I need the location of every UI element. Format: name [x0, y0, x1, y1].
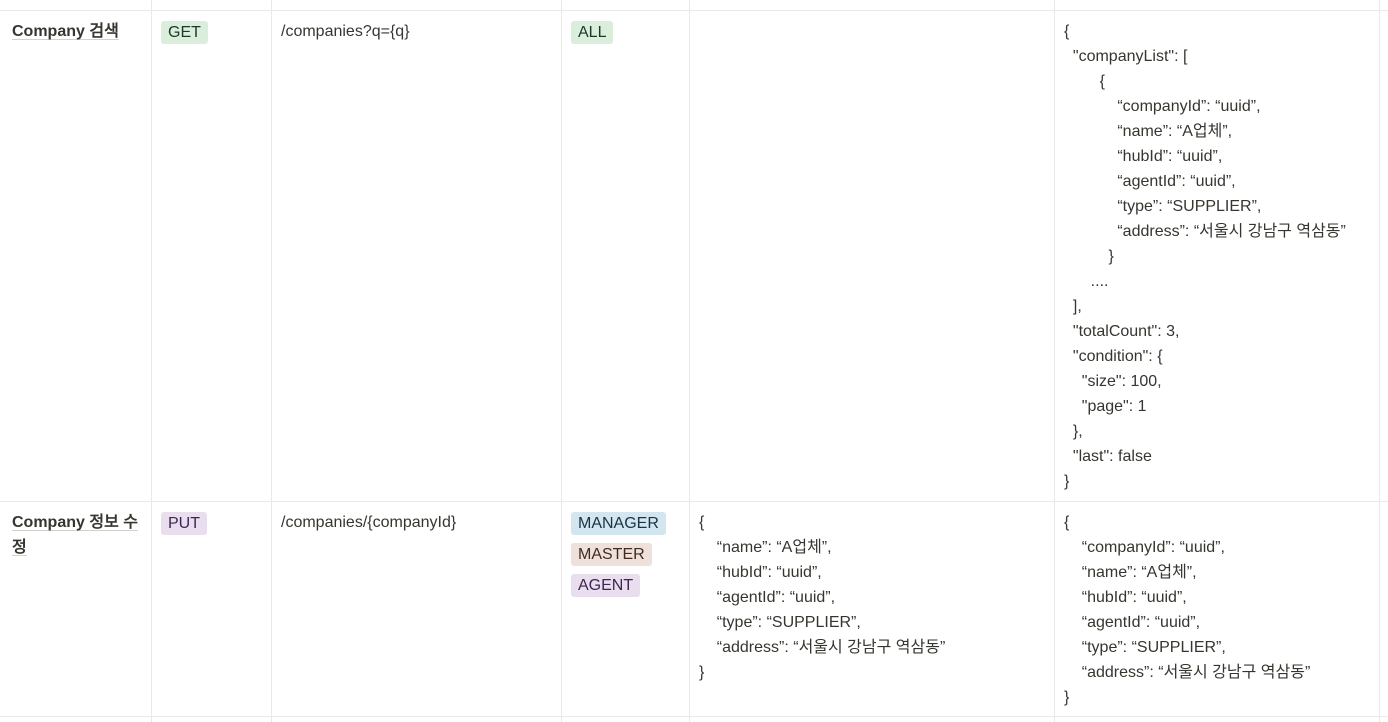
response-line: “hubId”: “uuid”, [1064, 148, 1223, 165]
request-line: “agentId”: “uuid”, [699, 589, 836, 606]
response-line: “companyId”: “uuid”, [1064, 98, 1261, 115]
response-line: { [1064, 514, 1070, 531]
response-line: “hubId”: “uuid”, [1064, 589, 1187, 606]
response-line: "last": false [1064, 448, 1152, 465]
request-body-cell[interactable] [689, 11, 1054, 27]
request-line: } [699, 664, 705, 681]
response-line: ], [1064, 298, 1082, 315]
response-line: “name”: “A업체”, [1064, 123, 1233, 140]
request-line: “name”: “A업체”, [699, 539, 832, 556]
response-line: “address”: “서울시 강남구 역삼동” [1064, 664, 1311, 681]
role-tag: MASTER [571, 543, 652, 566]
response-line: “companyId”: “uuid”, [1064, 539, 1225, 556]
response-line: { [1064, 73, 1105, 90]
response-line: “name”: “A업체”, [1064, 564, 1197, 581]
response-line: { [1064, 23, 1070, 40]
request-line: “hubId”: “uuid”, [699, 564, 822, 581]
method-cell[interactable]: PUT [151, 502, 271, 544]
response-line: } [1064, 248, 1114, 265]
response-line: “address”: “서울시 강남구 역삼동” [1064, 223, 1346, 240]
api-name: Company 정보 수정 [12, 514, 138, 556]
method-tag: GET [161, 21, 208, 44]
path-cell[interactable]: /companies?q={q} [271, 11, 561, 52]
api-name-cell[interactable]: Company 검색 [0, 11, 151, 52]
request-line: { [699, 514, 705, 531]
path-cell[interactable]: /companies/{companyId} [271, 502, 561, 543]
response-line: } [1064, 689, 1070, 706]
method-tag: PUT [161, 512, 207, 535]
response-line: "size": 100, [1064, 373, 1162, 390]
response-line: }, [1064, 423, 1083, 440]
response-line: "page": 1 [1064, 398, 1147, 415]
response-line: .... [1064, 273, 1109, 290]
role-tag: MANAGER [571, 512, 666, 535]
response-line: } [1064, 473, 1070, 490]
api-spec-table: Company 검색 GET /companies?q={q} ALL { "c… [0, 0, 1388, 722]
response-line: "condition": { [1064, 348, 1163, 365]
response-line: "companyList": [ [1064, 48, 1188, 65]
response-body-cell[interactable]: { “companyId”: “uuid”, “name”: “A업체”, “h… [1054, 502, 1379, 718]
table-row: Company 검색 GET /companies?q={q} ALL { "c… [0, 11, 1388, 501]
role-tag: ALL [571, 21, 614, 44]
role-cell[interactable]: MANAGER MASTER AGENT [561, 502, 689, 613]
request-body-cell[interactable]: { “name”: “A업체”, “hubId”: “uuid”, “agent… [689, 502, 1054, 693]
api-name-cell[interactable]: Company 정보 수정 [0, 502, 151, 568]
table-row: Company 정보 수정 PUT /companies/{companyId}… [0, 502, 1388, 716]
response-line: "totalCount": 3, [1064, 323, 1180, 340]
response-line: “agentId”: “uuid”, [1064, 173, 1236, 190]
method-cell[interactable]: GET [151, 11, 271, 53]
request-line: “type”: “SUPPLIER”, [699, 614, 861, 631]
response-body-cell[interactable]: { "companyList": [ { “companyId”: “uuid”… [1054, 11, 1379, 502]
response-line: “agentId”: “uuid”, [1064, 614, 1201, 631]
endpoint-path: /companies?q={q} [281, 23, 410, 40]
api-name: Company 검색 [12, 23, 119, 40]
response-line: “type”: “SUPPLIER”, [1064, 198, 1262, 215]
response-line: “type”: “SUPPLIER”, [1064, 639, 1226, 656]
role-tag: AGENT [571, 574, 641, 597]
endpoint-path: /companies/{companyId} [281, 514, 457, 531]
request-line: “address”: “서울시 강남구 역삼동” [699, 639, 946, 656]
role-cell[interactable]: ALL [561, 11, 689, 60]
